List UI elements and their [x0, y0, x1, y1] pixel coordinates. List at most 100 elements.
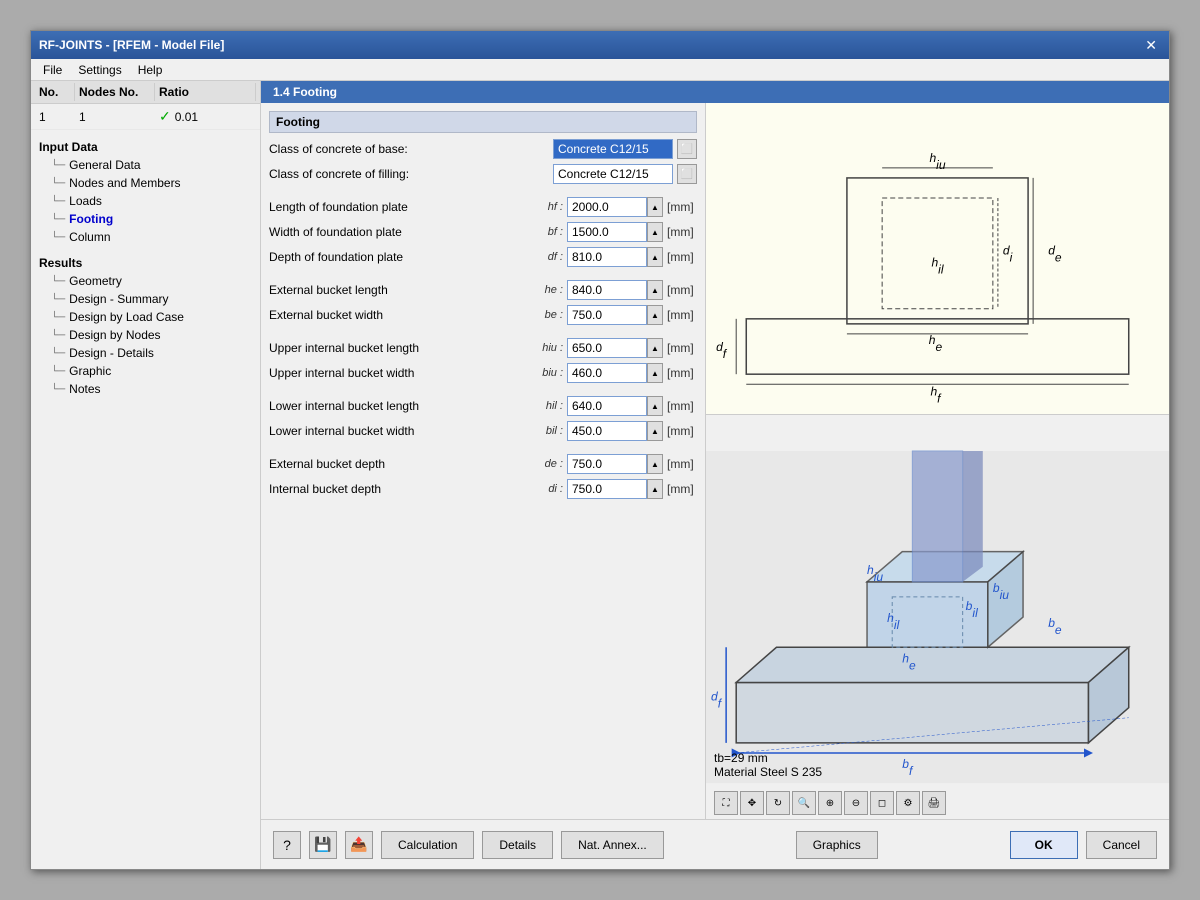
hf-symbol: hf : — [535, 201, 563, 213]
tree-panel: Input Data └─ General Data └─ Nodes and … — [31, 130, 260, 869]
bf-input[interactable] — [567, 222, 647, 242]
di-up-btn[interactable]: ▲ — [647, 479, 663, 499]
details-button[interactable]: Details — [482, 831, 553, 859]
tree-bullet: └─ — [51, 276, 65, 287]
bil-unit: [mm] — [667, 424, 697, 438]
sidebar-item-design-details[interactable]: └─ Design - Details — [35, 344, 256, 362]
help-button[interactable]: ? — [273, 831, 301, 859]
export-button[interactable]: 📤 — [345, 831, 373, 859]
hiu-up-btn[interactable]: ▲ — [647, 338, 663, 358]
concrete-filling-picker[interactable]: ⬜ — [677, 164, 697, 184]
de-spinner: ▲ — [567, 454, 663, 474]
biu-up-btn[interactable]: ▲ — [647, 363, 663, 383]
df-unit: [mm] — [667, 250, 697, 264]
sidebar-item-design-nodes[interactable]: └─ Design by Nodes — [35, 326, 256, 344]
sidebar-item-label: Nodes and Members — [69, 176, 180, 190]
table-row[interactable]: 1 1 ✓ 0.01 — [31, 104, 260, 130]
menu-help[interactable]: Help — [130, 61, 171, 78]
cancel-button[interactable]: Cancel — [1086, 831, 1157, 859]
be-input[interactable] — [567, 305, 647, 325]
close-button[interactable]: ✕ — [1141, 37, 1161, 54]
di-label: Internal bucket depth — [269, 482, 531, 496]
hil-row: Lower internal bucket length hil : ▲ [mm… — [269, 396, 697, 416]
bil-input[interactable] — [567, 421, 647, 441]
hf-input[interactable] — [567, 197, 647, 217]
diag-btn-6[interactable]: ⊖ — [844, 791, 868, 815]
de-symbol: de : — [535, 458, 563, 470]
sidebar-item-geometry[interactable]: └─ Geometry — [35, 272, 256, 290]
window-title: RF-JOINTS - [RFEM - Model File] — [39, 38, 224, 52]
be-unit: [mm] — [667, 308, 697, 322]
diag-btn-9[interactable]: 🖨 — [922, 791, 946, 815]
input-data-label: Input Data — [35, 138, 256, 156]
concrete-filling-input[interactable] — [553, 164, 673, 184]
diag-btn-8[interactable]: ⚙ — [896, 791, 920, 815]
sidebar-item-design-summary[interactable]: └─ Design - Summary — [35, 290, 256, 308]
calculation-button[interactable]: Calculation — [381, 831, 474, 859]
bil-row: Lower internal bucket width bil : ▲ [mm] — [269, 421, 697, 441]
hiu-input[interactable] — [567, 338, 647, 358]
ok-button[interactable]: OK — [1010, 831, 1078, 859]
diag-btn-4[interactable]: 🔍 — [792, 791, 816, 815]
concrete-base-picker[interactable]: ⬜ — [677, 139, 697, 159]
sidebar-item-design-load-case[interactable]: └─ Design by Load Case — [35, 308, 256, 326]
biu-row: Upper internal bucket width biu : ▲ [mm] — [269, 363, 697, 383]
hil-label: Lower internal bucket length — [269, 399, 531, 413]
be-up-btn[interactable]: ▲ — [647, 305, 663, 325]
diag-btn-2[interactable]: ✥ — [740, 791, 764, 815]
ratio-value: 0.01 — [175, 110, 198, 124]
diag-btn-3[interactable]: ↻ — [766, 791, 790, 815]
sidebar-item-nodes-members[interactable]: └─ Nodes and Members — [35, 174, 256, 192]
title-bar: RF-JOINTS - [RFEM - Model File] ✕ — [31, 31, 1169, 59]
hf-up-btn[interactable]: ▲ — [647, 197, 663, 217]
sidebar-item-label: General Data — [69, 158, 140, 172]
hiu-unit: [mm] — [667, 341, 697, 355]
sidebar-item-label: Design by Nodes — [69, 328, 160, 342]
table-header: No. Nodes No. Ratio — [31, 81, 260, 104]
diag-btn-5[interactable]: ⊕ — [818, 791, 842, 815]
concrete-filling-row: Class of concrete of filling: ⬜ — [269, 164, 697, 184]
be-symbol: be : — [535, 309, 563, 321]
di-input[interactable] — [567, 479, 647, 499]
de-up-btn[interactable]: ▲ — [647, 454, 663, 474]
sidebar-item-loads[interactable]: └─ Loads — [35, 192, 256, 210]
nat-annex-button[interactable]: Nat. Annex... — [561, 831, 664, 859]
sidebar-item-general-data[interactable]: └─ General Data — [35, 156, 256, 174]
sidebar-item-footing[interactable]: └─ Footing — [35, 210, 256, 228]
col-header-no: No. — [35, 83, 75, 101]
bf-up-btn[interactable]: ▲ — [647, 222, 663, 242]
bil-symbol: bil : — [535, 425, 563, 437]
diag-btn-7[interactable]: ◻ — [870, 791, 894, 815]
sidebar-item-graphic[interactable]: └─ Graphic — [35, 362, 256, 380]
df-up-btn[interactable]: ▲ — [647, 247, 663, 267]
sidebar-item-column[interactable]: └─ Column — [35, 228, 256, 246]
save-button[interactable]: 💾 — [309, 831, 337, 859]
hil-up-btn[interactable]: ▲ — [647, 396, 663, 416]
biu-unit: [mm] — [667, 366, 697, 380]
section-header: 1.4 Footing — [261, 81, 1169, 103]
graphics-button[interactable]: Graphics — [796, 831, 878, 859]
diagram-toolbar: ⛶ ✥ ↻ 🔍 ⊕ ⊖ ◻ ⚙ 🖨 — [714, 791, 946, 815]
tree-bullet: └─ — [51, 232, 65, 243]
diagram-info-line1: tb=29 mm — [714, 751, 822, 765]
de-input[interactable] — [567, 454, 647, 474]
diag-btn-1[interactable]: ⛶ — [714, 791, 738, 815]
cell-nodes: 1 — [75, 108, 155, 126]
biu-input[interactable] — [567, 363, 647, 383]
menu-file[interactable]: File — [35, 61, 70, 78]
hf-label: Length of foundation plate — [269, 200, 531, 214]
di-spinner: ▲ — [567, 479, 663, 499]
sidebar-item-notes[interactable]: └─ Notes — [35, 380, 256, 398]
hil-unit: [mm] — [667, 399, 697, 413]
menu-settings[interactable]: Settings — [70, 61, 129, 78]
bil-up-btn[interactable]: ▲ — [647, 421, 663, 441]
be-label: External bucket width — [269, 308, 531, 322]
diagram-info-line2: Material Steel S 235 — [714, 765, 822, 779]
concrete-base-input[interactable] — [553, 139, 673, 159]
he-up-btn[interactable]: ▲ — [647, 280, 663, 300]
tree-bullet: └─ — [51, 196, 65, 207]
he-input[interactable] — [567, 280, 647, 300]
df-input[interactable] — [567, 247, 647, 267]
sidebar-item-label: Design - Summary — [69, 292, 168, 306]
hil-input[interactable] — [567, 396, 647, 416]
